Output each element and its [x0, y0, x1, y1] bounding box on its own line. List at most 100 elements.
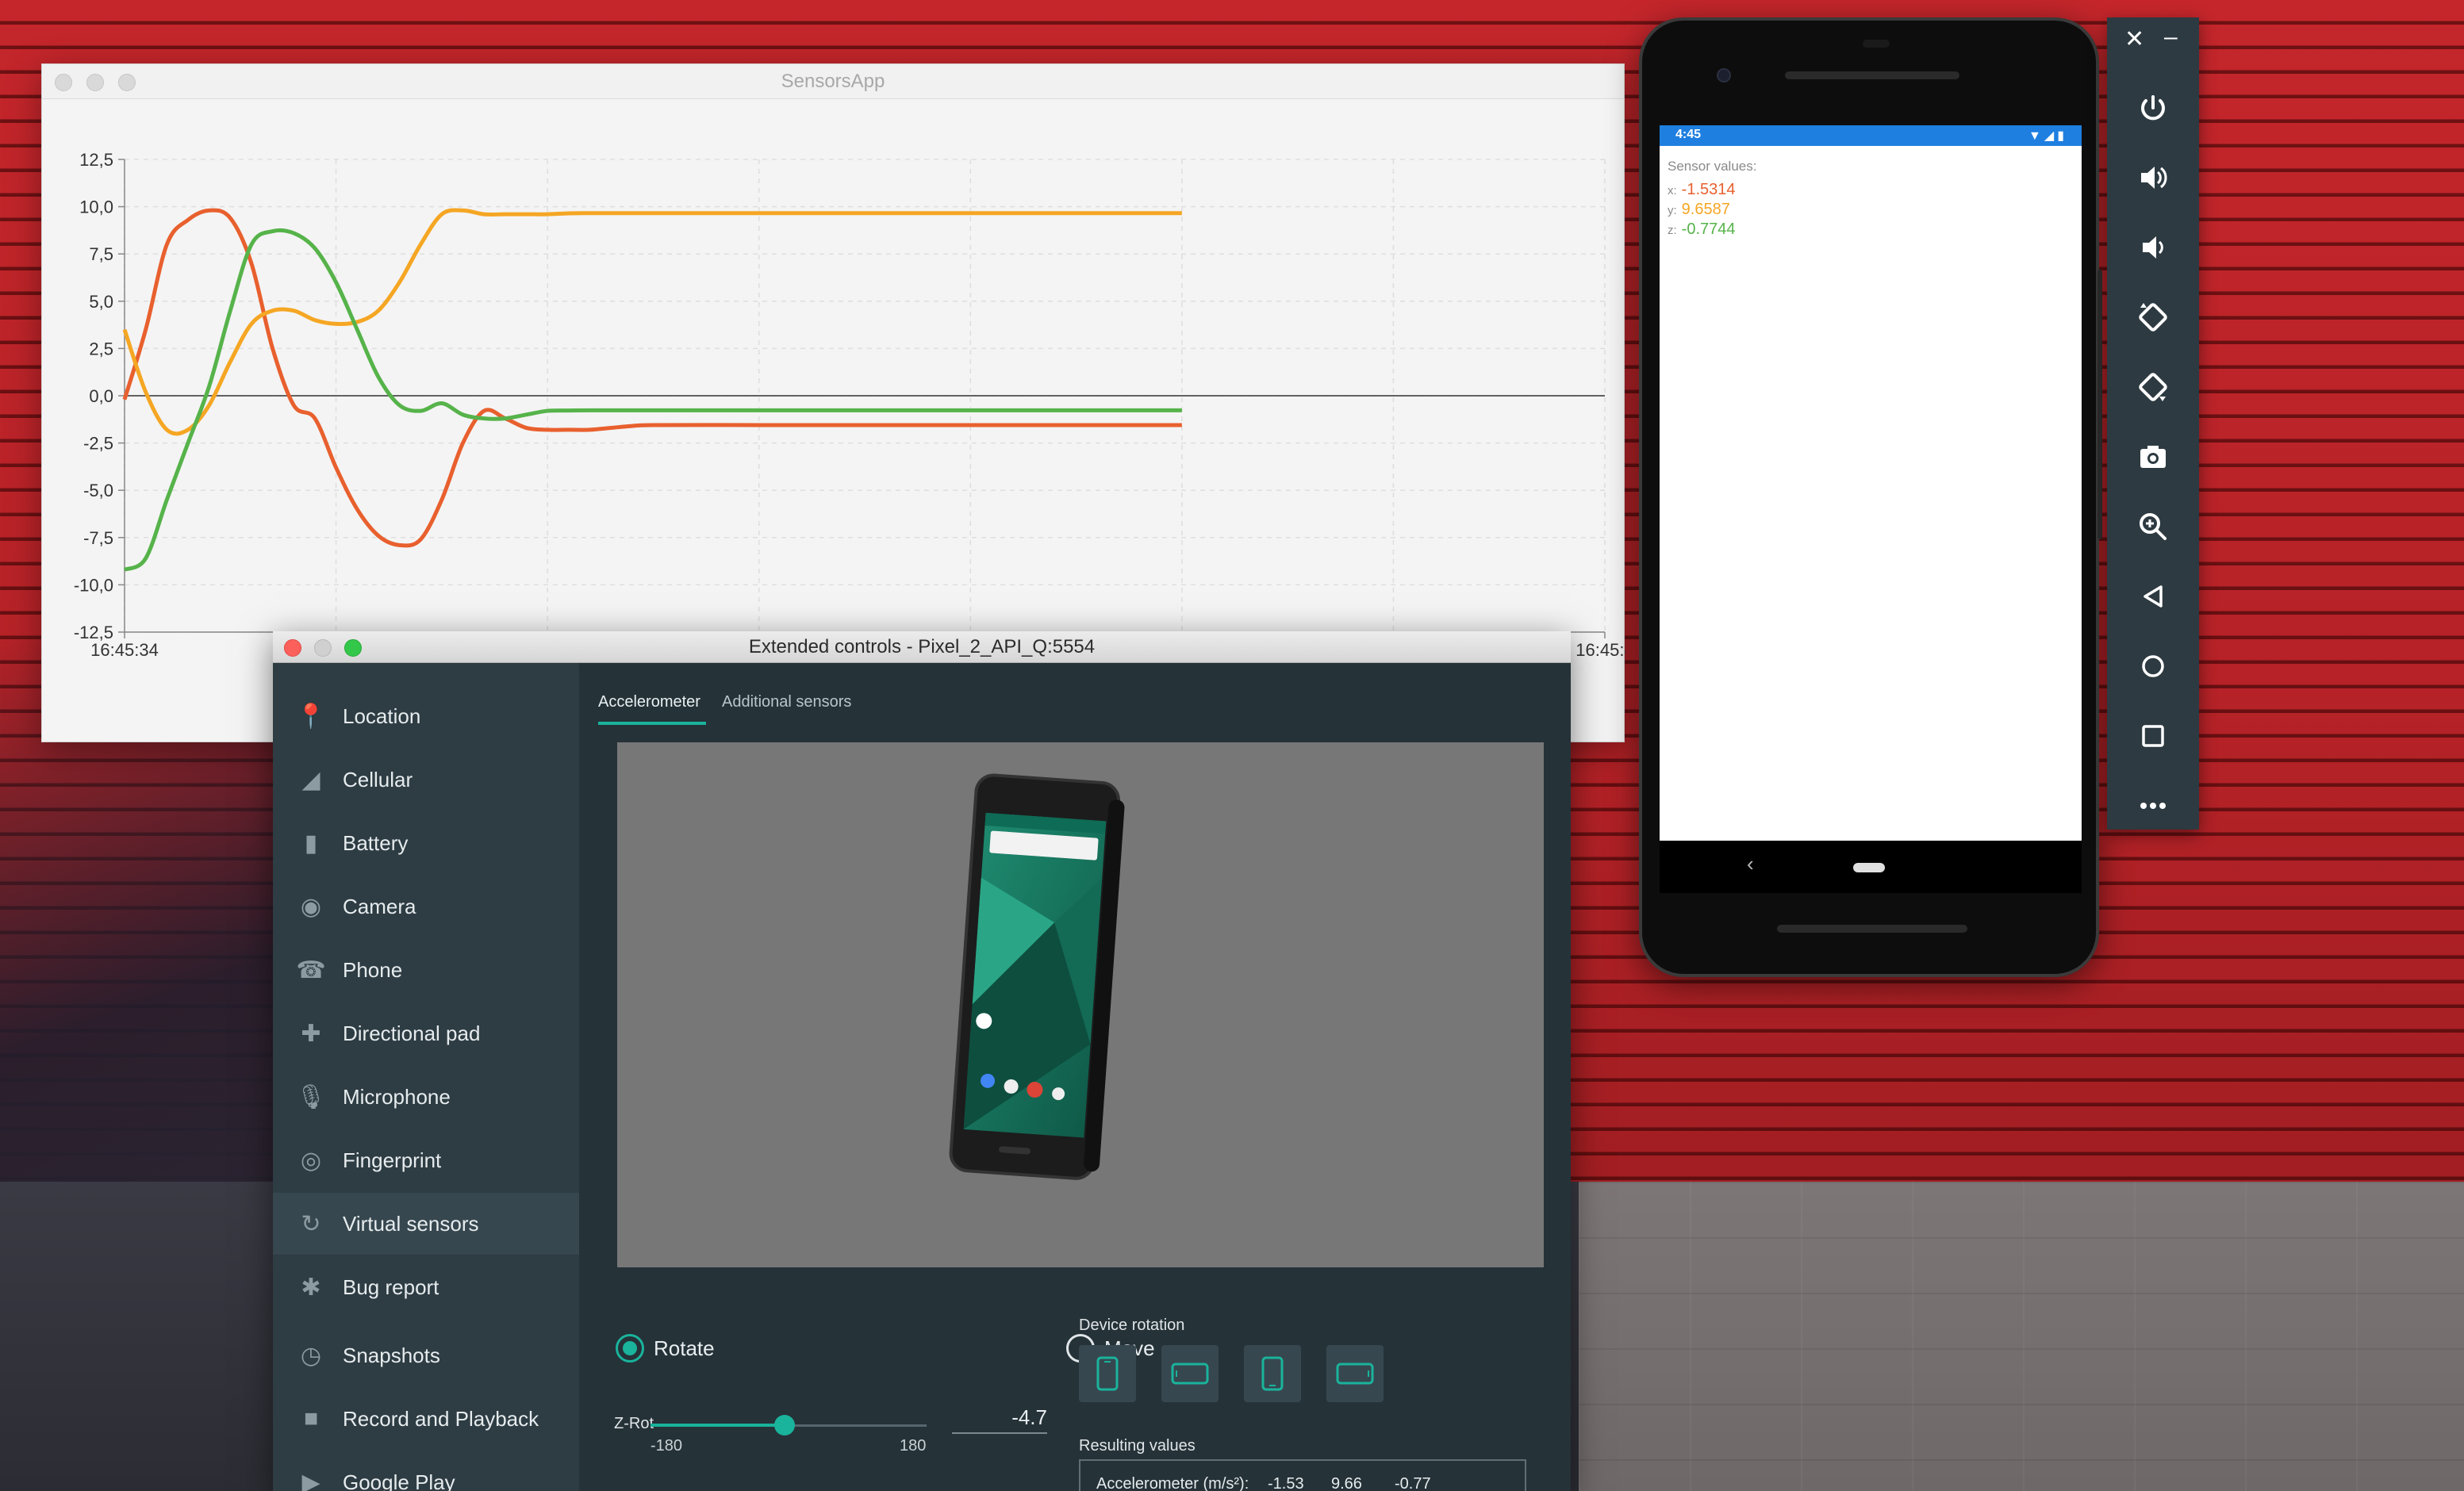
sidebar-item-phone[interactable]: ☎ Phone — [273, 939, 579, 1001]
sidebar-item-label: Fingerprint — [343, 1148, 442, 1172]
slider-value-field[interactable]: -4.7 — [952, 1405, 1047, 1430]
window-title: SensorsApp — [781, 71, 885, 92]
rotate-portrait-button[interactable] — [1079, 1345, 1136, 1402]
sidebar-item-battery[interactable]: ▮ Battery — [273, 812, 579, 874]
sidebar-item-bug-report[interactable]: ✱ Bug report — [273, 1256, 579, 1318]
device-3d-view[interactable] — [617, 742, 1544, 1267]
rotate-landscape-button[interactable] — [1161, 1345, 1219, 1402]
radio-selected[interactable] — [616, 1334, 644, 1363]
overview-icon — [2142, 725, 2164, 747]
sidebar-item-label: Google Play — [343, 1470, 455, 1491]
minimize-emulator-button[interactable]: – — [2164, 24, 2178, 51]
sidebar-item-label: Virtual sensors — [343, 1211, 479, 1236]
sensor-value-x: x: -1.5314 — [1668, 181, 1736, 199]
rotate-reverse-portrait-button[interactable] — [1244, 1345, 1301, 1402]
home-button[interactable] — [2134, 647, 2172, 685]
volume-up-button[interactable] — [2134, 159, 2172, 197]
y-tick-label: -10,0 — [74, 575, 113, 595]
nav-home-pill[interactable] — [1853, 863, 1885, 872]
virtual-sensors-icon: ↻ — [301, 1210, 321, 1237]
sensor-value: 9.6587 — [1681, 201, 1730, 218]
volume-down-button[interactable] — [2134, 228, 2172, 266]
rotate-label: Rotate — [654, 1336, 715, 1360]
microphone-icon: 🎙 — [295, 1083, 327, 1110]
sidebar-item-microphone[interactable]: 🎙 Microphone — [273, 1066, 579, 1128]
signal-icon: ◢ — [301, 766, 320, 793]
android-nav-bar: ‹ — [1660, 841, 2082, 893]
emulator-device-frame: 4:45 ▼◢▮ Sensor values: x: -1.5314 y: 9.65… — [1639, 17, 2099, 977]
rotate-mode-radio[interactable]: Rotate — [616, 1334, 715, 1363]
sidebar-item-label: Directional pad — [343, 1021, 481, 1045]
series-line-0 — [122, 208, 1182, 548]
signal-icon: ◢ — [2044, 129, 2058, 143]
sensors-app-titlebar[interactable]: SensorsApp — [42, 64, 1624, 99]
sidebar-item-google-play[interactable]: ▶ Google Play — [273, 1451, 579, 1491]
tab-accelerometer[interactable]: Accelerometer — [598, 693, 700, 711]
series-line-2 — [123, 228, 1182, 572]
result-value: 9.66 — [1331, 1475, 1362, 1491]
reverse-landscape-icon — [1336, 1363, 1374, 1385]
sensor-value: -0.7744 — [1681, 220, 1736, 238]
sidebar-item-label: Snapshots — [343, 1343, 440, 1367]
device-rotation-title: Device rotation — [1079, 1317, 1185, 1334]
sidebar-item-camera[interactable]: ◉ Camera — [273, 876, 579, 937]
sidebar-item-label: Cellular — [343, 767, 413, 791]
overview-button[interactable] — [2134, 717, 2172, 755]
emulator-screen[interactable]: 4:45 ▼◢▮ Sensor values: x: -1.5314 y: 9.65… — [1660, 125, 2082, 841]
more-button[interactable] — [2134, 787, 2172, 825]
wallpaper-pavement — [1579, 1182, 2464, 1491]
y-tick-label: -7,5 — [83, 528, 113, 548]
sidebar-item-location[interactable]: 📍 Location — [273, 685, 579, 747]
tab-additional-sensors[interactable]: Additional sensors — [722, 693, 851, 711]
battery-icon: ▮ — [2057, 129, 2067, 143]
sidebar-item-record-and-playback[interactable]: ■ Record and Playback — [273, 1388, 579, 1450]
resulting-values-box: Accelerometer (m/s²):-1.539.66-0.77Gyros… — [1079, 1459, 1526, 1491]
x-tick-label: 16:45:34 — [90, 640, 159, 660]
sidebar-item-directional-pad[interactable]: ✚ Directional pad — [273, 1002, 579, 1064]
sidebar-item-fingerprint[interactable]: ◎ Fingerprint — [273, 1129, 579, 1191]
sensor-key: x: — [1668, 184, 1677, 197]
sidebar-item-cellular[interactable]: ◢ Cellular — [273, 749, 579, 811]
virtual-sensors-panel: Accelerometer Additional sensors Rotate … — [579, 663, 1571, 1491]
extended-controls-titlebar[interactable]: Extended controls - Pixel_2_API_Q:5554 — [273, 631, 1571, 663]
nav-back-icon[interactable]: ‹ — [1747, 852, 1754, 876]
bug-icon: ✱ — [301, 1274, 321, 1301]
power-button[interactable] — [2134, 89, 2172, 127]
rotate-right-button[interactable] — [2134, 368, 2172, 406]
sidebar-item-virtual-sensors[interactable]: ↻ Virtual sensors — [273, 1193, 579, 1255]
rotate-reverse-landscape-button[interactable] — [1326, 1345, 1384, 1402]
y-tick-label: 0,0 — [89, 386, 113, 406]
y-tick-label: -2,5 — [83, 434, 113, 454]
zoom-button[interactable] — [2134, 508, 2172, 546]
sidebar-item-label: Microphone — [343, 1084, 451, 1109]
rotate-left-button[interactable] — [2134, 298, 2172, 336]
sidebar-item-label: Camera — [343, 894, 416, 918]
status-icons: ▼◢▮ — [2028, 128, 2067, 144]
sidebar-item-label: Battery — [343, 830, 409, 855]
video-camera-icon: ■ — [303, 1405, 319, 1432]
sidebar-item-snapshots[interactable]: ◷ Snapshots — [273, 1324, 579, 1386]
close-emulator-button[interactable]: ✕ — [2124, 25, 2144, 53]
screenshot-button[interactable] — [2134, 438, 2172, 476]
y-tick-label: -5,0 — [83, 481, 113, 500]
slider-thumb[interactable] — [774, 1415, 796, 1435]
resulting-values-title: Resulting values — [1079, 1437, 1196, 1455]
chart-axes — [118, 159, 1606, 638]
location-pin-icon: 📍 — [296, 703, 326, 730]
y-tick-label: 7,5 — [89, 244, 113, 264]
sensor-key: z: — [1668, 224, 1677, 237]
result-row-label: Accelerometer (m/s²): — [1096, 1475, 1249, 1491]
wifi-icon: ▼ — [2028, 129, 2044, 143]
chart-series — [122, 208, 1182, 572]
emulator-toolbar: ✕ – — [2107, 17, 2199, 830]
sidebar-item-label: Location — [343, 703, 421, 728]
rotate-right-icon — [2139, 373, 2167, 401]
sensor-key: y: — [1668, 204, 1677, 217]
sidebar-item-label: Bug report — [343, 1274, 439, 1299]
volume-up-icon — [2141, 167, 2167, 189]
back-button[interactable] — [2134, 577, 2172, 615]
window-title: Extended controls - Pixel_2_API_Q:5554 — [748, 636, 1096, 657]
history-icon: ◷ — [300, 1342, 322, 1369]
chart-tick-labels: 12,510,07,55,02,50,0-2,5-5,0-7,5-10,0-12… — [74, 150, 1625, 660]
play-icon: ▶ — [301, 1469, 320, 1491]
